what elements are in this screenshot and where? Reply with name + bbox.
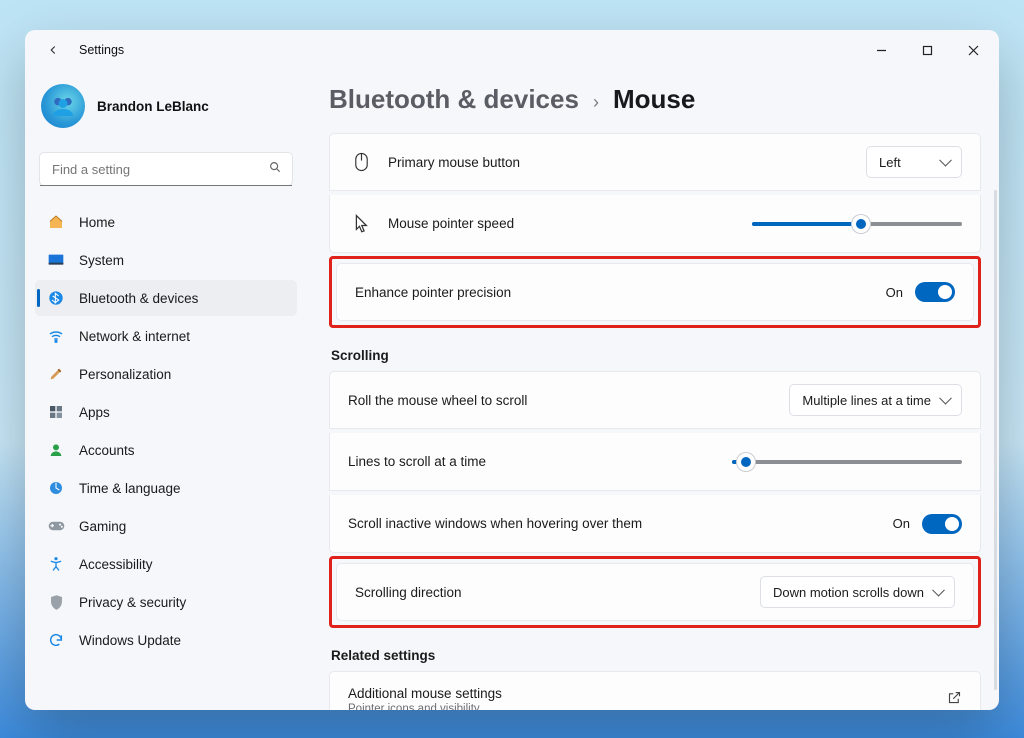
sidebar-item-update[interactable]: Windows Update [35, 622, 297, 658]
breadcrumb: Bluetooth & devices › Mouse [329, 76, 981, 133]
setting-sublabel: Pointer icons and visibility [348, 703, 502, 711]
setting-label: Additional mouse settings [348, 686, 502, 701]
setting-lines-at-a-time: Lines to scroll at a time [329, 433, 981, 491]
pointer-speed-slider[interactable] [752, 215, 962, 233]
toggle-state: On [893, 516, 910, 531]
avatar [41, 84, 85, 128]
sidebar-item-label: Privacy & security [79, 595, 186, 610]
close-button[interactable] [950, 31, 996, 69]
setting-pointer-speed: Mouse pointer speed [329, 195, 981, 253]
sidebar-item-accounts[interactable]: Accounts [35, 432, 297, 468]
main-content[interactable]: Bluetooth & devices › Mouse Primary mous… [307, 70, 999, 710]
sidebar-item-label: Windows Update [79, 633, 181, 648]
additional-mouse-settings[interactable]: Additional mouse settings Pointer icons … [329, 671, 981, 710]
titlebar: Settings [25, 30, 999, 70]
highlight-box: Scrolling direction Down motion scrolls … [329, 556, 981, 628]
setting-primary-button: Primary mouse button Left [329, 133, 981, 191]
setting-label: Lines to scroll at a time [348, 454, 486, 469]
person-icon [47, 442, 65, 458]
settings-window: Settings Brandon LeBlanc [25, 30, 999, 710]
accessibility-icon [47, 556, 65, 572]
sidebar-item-apps[interactable]: Apps [35, 394, 297, 430]
sidebar-item-system[interactable]: System [35, 242, 297, 278]
search-input[interactable] [50, 161, 268, 178]
setting-label: Enhance pointer precision [355, 285, 511, 300]
apps-icon [47, 404, 65, 420]
globe-clock-icon [47, 480, 65, 496]
roll-wheel-select[interactable]: Multiple lines at a time [789, 384, 962, 416]
select-value: Left [879, 155, 901, 170]
section-scrolling: Scrolling [331, 348, 981, 363]
enhance-precision-toggle[interactable] [915, 282, 955, 302]
primary-button-select[interactable]: Left [866, 146, 962, 178]
sidebar-item-label: Personalization [79, 367, 171, 382]
scroll-inactive-toggle[interactable] [922, 514, 962, 534]
setting-label: Scrolling direction [355, 585, 462, 600]
gamepad-icon [47, 520, 65, 532]
sidebar-item-personalization[interactable]: Personalization [35, 356, 297, 392]
sidebar-item-time[interactable]: Time & language [35, 470, 297, 506]
sidebar-item-network[interactable]: Network & internet [35, 318, 297, 354]
sidebar-item-gaming[interactable]: Gaming [35, 508, 297, 544]
scrolling-direction-select[interactable]: Down motion scrolls down [760, 576, 955, 608]
highlight-box: Enhance pointer precision On [329, 256, 981, 328]
lines-slider[interactable] [732, 453, 962, 471]
home-icon [47, 214, 65, 230]
sidebar-item-label: Network & internet [79, 329, 190, 344]
setting-enhance-precision: Enhance pointer precision On [336, 263, 974, 321]
sidebar-item-label: Accessibility [79, 557, 153, 572]
cursor-icon [348, 214, 374, 234]
sidebar-item-label: Home [79, 215, 115, 230]
sidebar-item-accessibility[interactable]: Accessibility [35, 546, 297, 582]
sidebar: Brandon LeBlanc Home System [25, 70, 307, 710]
sidebar-item-label: Bluetooth & devices [79, 291, 198, 306]
sidebar-item-label: Time & language [79, 481, 181, 496]
sidebar-item-privacy[interactable]: Privacy & security [35, 584, 297, 620]
sidebar-item-home[interactable]: Home [35, 204, 297, 240]
setting-label: Scroll inactive windows when hovering ov… [348, 516, 642, 531]
setting-label: Mouse pointer speed [388, 216, 514, 231]
sidebar-item-label: System [79, 253, 124, 268]
wifi-icon [47, 328, 65, 344]
sidebar-item-bluetooth[interactable]: Bluetooth & devices [35, 280, 297, 316]
maximize-button[interactable] [904, 31, 950, 69]
sidebar-item-label: Gaming [79, 519, 126, 534]
scrollbar[interactable] [994, 190, 997, 690]
search-icon [268, 160, 282, 179]
setting-label: Primary mouse button [388, 155, 520, 170]
mouse-icon [348, 152, 374, 172]
system-icon [47, 254, 65, 266]
setting-roll-wheel: Roll the mouse wheel to scroll Multiple … [329, 371, 981, 429]
search-box[interactable] [39, 152, 293, 186]
window-title: Settings [79, 43, 124, 57]
sidebar-item-label: Accounts [79, 443, 135, 458]
breadcrumb-current: Mouse [613, 84, 695, 115]
breadcrumb-parent[interactable]: Bluetooth & devices [329, 84, 579, 115]
setting-scroll-inactive: Scroll inactive windows when hovering ov… [329, 495, 981, 553]
bluetooth-icon [47, 290, 65, 306]
select-value: Multiple lines at a time [802, 393, 931, 408]
shield-icon [47, 594, 65, 611]
account-header[interactable]: Brandon LeBlanc [35, 70, 297, 146]
setting-label: Roll the mouse wheel to scroll [348, 393, 527, 408]
select-value: Down motion scrolls down [773, 585, 924, 600]
back-button[interactable] [41, 43, 65, 57]
update-icon [47, 632, 65, 648]
setting-scrolling-direction: Scrolling direction Down motion scrolls … [336, 563, 974, 621]
nav: Home System Bluetooth & devices Network … [35, 200, 297, 658]
brush-icon [47, 366, 65, 382]
minimize-button[interactable] [858, 31, 904, 69]
chevron-right-icon: › [593, 92, 599, 113]
section-related: Related settings [331, 648, 981, 663]
open-external-icon [947, 690, 962, 710]
sidebar-item-label: Apps [79, 405, 110, 420]
account-name: Brandon LeBlanc [97, 99, 209, 114]
toggle-state: On [886, 285, 903, 300]
